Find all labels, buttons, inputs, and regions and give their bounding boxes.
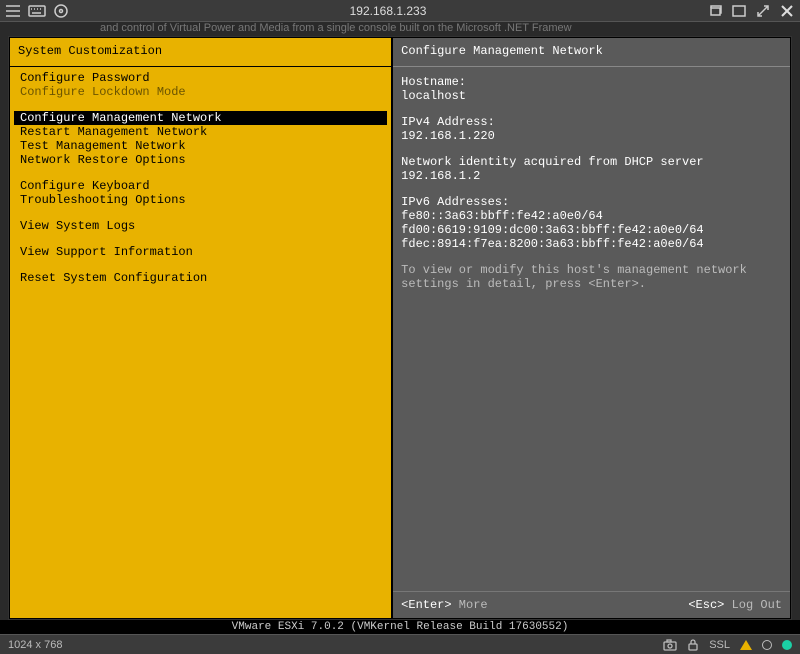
camera-icon[interactable] (663, 639, 677, 651)
ipv6-label: IPv6 Addresses: (401, 195, 782, 209)
ipv4-label: IPv4 Address: (401, 115, 782, 129)
window-title: 192.168.1.233 (76, 4, 700, 18)
product-bar: VMware ESXi 7.0.2 (VMKernel Release Buil… (0, 620, 800, 634)
console-area: System Customization Configure PasswordC… (8, 36, 792, 620)
menu-item[interactable]: Configure Keyboard (14, 179, 387, 193)
window-restore-icon[interactable] (706, 3, 724, 19)
menu-item[interactable]: Configure Management Network (14, 111, 387, 125)
esc-key-label: <Esc> (688, 598, 724, 612)
ipv6-address: fd00:6619:9109:dc00:3a63:bbff:fe42:a0e0/… (401, 223, 782, 237)
menu-item[interactable]: Test Management Network (14, 139, 387, 153)
menu-item[interactable]: View System Logs (14, 219, 387, 233)
detail-area: Hostname: localhost IPv4 Address: 192.16… (393, 67, 790, 591)
menu-item: Configure Lockdown Mode (14, 85, 387, 99)
window-maximize-icon[interactable] (730, 3, 748, 19)
esc-action: Log Out (732, 598, 782, 612)
keyboard-icon[interactable] (28, 3, 46, 19)
menu-item[interactable]: Configure Password (14, 71, 387, 85)
status-bar: 1024 x 768 SSL (0, 634, 800, 654)
fullscreen-icon[interactable] (754, 3, 772, 19)
menu-item[interactable]: Troubleshooting Options (14, 193, 387, 207)
warning-indicator-icon (740, 640, 752, 650)
hostname-label: Hostname: (401, 75, 782, 89)
menu-group: View Support Information (14, 245, 387, 259)
resolution-label: 1024 x 768 (8, 639, 62, 651)
enter-key-label: <Enter> (401, 598, 451, 612)
status-indicator-green-icon (782, 640, 792, 650)
right-pane-header: Configure Management Network (393, 38, 790, 67)
detail-hint: To view or modify this host's management… (401, 263, 782, 291)
menu-item[interactable]: Restart Management Network (14, 125, 387, 139)
window-titlebar: 192.168.1.233 (0, 0, 800, 22)
menu-item[interactable]: Network Restore Options (14, 153, 387, 167)
ssl-label: SSL (709, 639, 730, 651)
ipv6-address: fdec:8914:f7ea:8200:3a63:bbff:fe42:a0e0/… (401, 237, 782, 251)
close-icon[interactable] (778, 3, 796, 19)
status-indicator-hollow-icon (762, 640, 772, 650)
menu-group: Reset System Configuration (14, 271, 387, 285)
left-pane-header: System Customization (10, 38, 391, 67)
hostname-value: localhost (401, 89, 782, 103)
menu-item[interactable]: View Support Information (14, 245, 387, 259)
ipv4-value: 192.168.1.220 (401, 129, 782, 143)
disc-icon[interactable] (52, 3, 70, 19)
menu-item[interactable]: Reset System Configuration (14, 271, 387, 285)
menu-group: Configure PasswordConfigure Lockdown Mod… (14, 71, 387, 99)
dhcp-line: Network identity acquired from DHCP serv… (401, 155, 782, 183)
enter-action: More (459, 598, 488, 612)
menu-group: Configure Management NetworkRestart Mana… (14, 111, 387, 167)
menu-group: View System Logs (14, 219, 387, 233)
right-pane-footer: <Enter> More <Esc> Log Out (393, 591, 790, 618)
menu-icon[interactable] (4, 3, 22, 19)
ipv6-address: fe80::3a63:bbff:fe42:a0e0/64 (401, 209, 782, 223)
right-pane: Configure Management Network Hostname: l… (392, 37, 791, 619)
system-menu: Configure PasswordConfigure Lockdown Mod… (10, 67, 391, 301)
left-pane: System Customization Configure PasswordC… (9, 37, 392, 619)
menu-group: Configure KeyboardTroubleshooting Option… (14, 179, 387, 207)
ipv6-list: fe80::3a63:bbff:fe42:a0e0/64fd00:6619:91… (401, 209, 782, 251)
lock-icon (687, 638, 699, 651)
